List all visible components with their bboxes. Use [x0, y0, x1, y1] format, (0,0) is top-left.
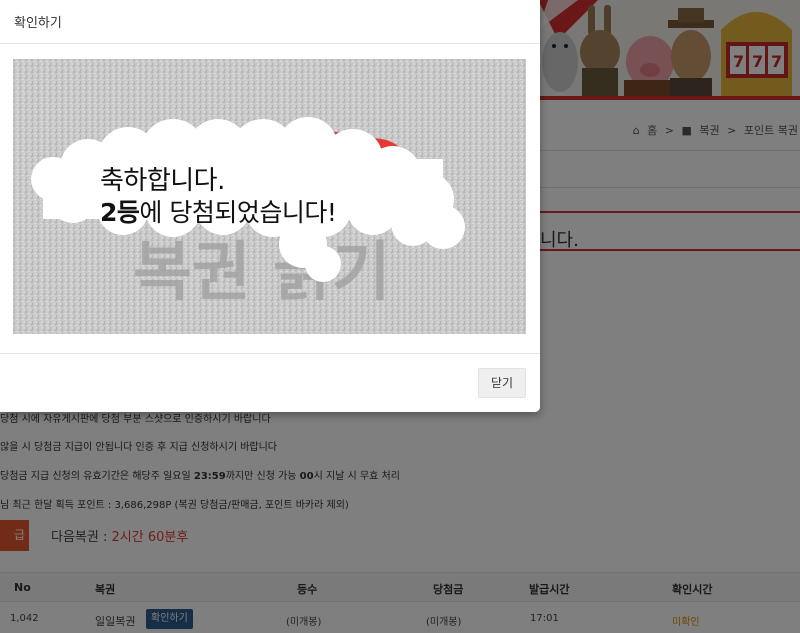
- svg-text:복권 긁기: 복권 긁기: [133, 236, 391, 310]
- confirm-modal: 확인하기 복권 긁기 축하합니다. 2등에 당첨되었습니다! 닫기: [0, 0, 540, 412]
- modal-title: 확인하기: [14, 16, 62, 31]
- result-rank: 2등: [100, 198, 140, 227]
- result-text: 2등에 당첨되었습니다!: [100, 198, 337, 227]
- modal-footer: [0, 353, 540, 412]
- close-button[interactable]: 닫기: [478, 368, 526, 398]
- congrats-text: 축하합니다.: [100, 166, 225, 196]
- modal-header: 확인하기: [0, 0, 540, 44]
